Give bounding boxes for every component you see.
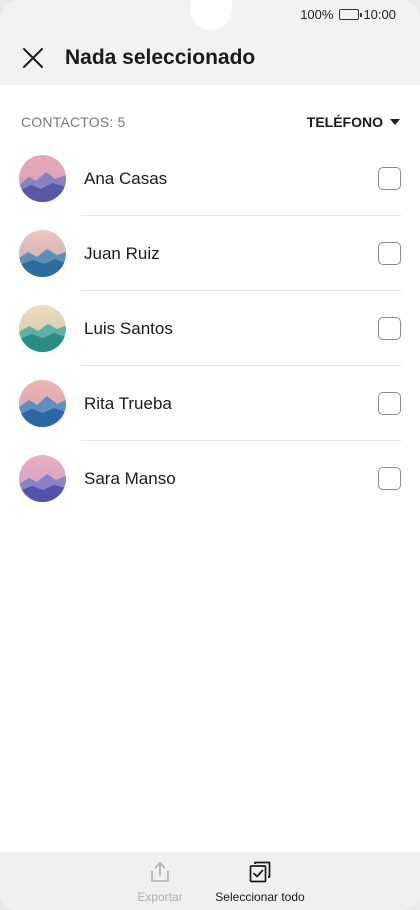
export-label: Exportar — [137, 890, 183, 904]
export-button[interactable]: Exportar — [131, 860, 189, 904]
contact-row[interactable]: Juan Ruiz — [0, 216, 420, 291]
contact-checkbox[interactable] — [378, 167, 401, 190]
contact-checkbox[interactable] — [378, 317, 401, 340]
select-all-button[interactable]: Seleccionar todo — [213, 860, 307, 904]
contact-checkbox[interactable] — [378, 392, 401, 415]
select-all-label: Seleccionar todo — [215, 890, 305, 904]
close-icon — [23, 48, 43, 68]
page-title: Nada seleccionado — [65, 46, 256, 69]
avatar — [19, 380, 66, 427]
contact-name: Luis Santos — [84, 318, 173, 338]
contact-row[interactable]: Sara Manso — [0, 441, 420, 516]
avatar — [19, 230, 66, 277]
contacts-count: CONTACTOS: 5 — [21, 114, 126, 130]
contact-list-panel: CONTACTOS: 5 TELÉFONO Ana Casas Juan Rui… — [0, 85, 420, 852]
battery-percent: 100% — [300, 7, 334, 22]
status-bar: 100% 10:00 — [0, 0, 420, 32]
avatar — [19, 155, 66, 202]
screen: 100% 10:00 Nada seleccionado CONTACTOS: … — [0, 0, 420, 910]
contact-name: Rita Trueba — [84, 393, 172, 413]
contact-checkbox[interactable] — [378, 242, 401, 265]
caret-down-icon — [390, 119, 400, 125]
status-time: 10:00 — [363, 7, 396, 22]
contact-name: Ana Casas — [84, 168, 168, 188]
contact-row[interactable]: Rita Trueba — [0, 366, 420, 441]
contact-name: Juan Ruiz — [84, 243, 160, 263]
contact-row[interactable]: Luis Santos — [0, 291, 420, 366]
contact-checkbox[interactable] — [378, 467, 401, 490]
export-icon — [148, 860, 172, 884]
close-button[interactable] — [21, 46, 45, 70]
app-header: Nada seleccionado — [0, 32, 420, 84]
bottom-action-bar: Exportar Seleccionar todo — [0, 852, 420, 910]
avatar — [19, 305, 66, 352]
contact-list: Ana Casas Juan Ruiz Luis Santos Rita Tru… — [0, 141, 420, 516]
avatar — [19, 455, 66, 502]
select-all-icon — [248, 860, 272, 884]
camera-notch — [190, 0, 232, 30]
status-indicators: 100% 10:00 — [300, 7, 396, 22]
battery-icon — [339, 9, 363, 20]
contact-row[interactable]: Ana Casas — [0, 141, 420, 216]
sort-dropdown[interactable]: TELÉFONO — [307, 114, 400, 130]
sort-dropdown-label: TELÉFONO — [306, 114, 383, 130]
contact-name: Sara Manso — [84, 468, 176, 488]
